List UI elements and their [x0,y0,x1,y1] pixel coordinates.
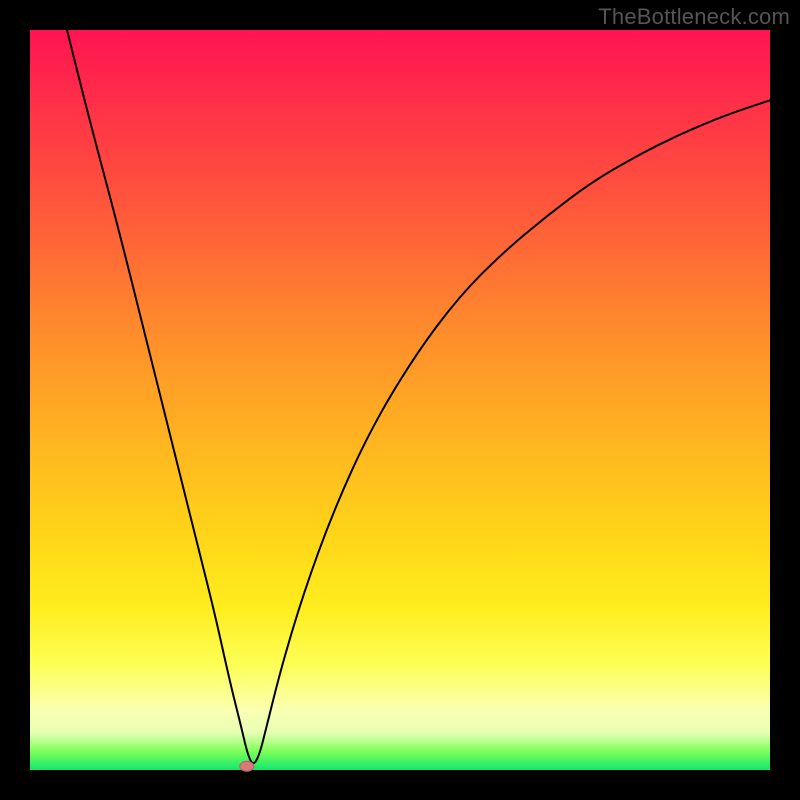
plot-area [30,30,770,770]
curve-svg [30,30,770,770]
chart-frame: TheBottleneck.com [0,0,800,800]
watermark-text: TheBottleneck.com [598,4,790,30]
bottleneck-curve [67,30,770,763]
min-marker [240,761,254,771]
